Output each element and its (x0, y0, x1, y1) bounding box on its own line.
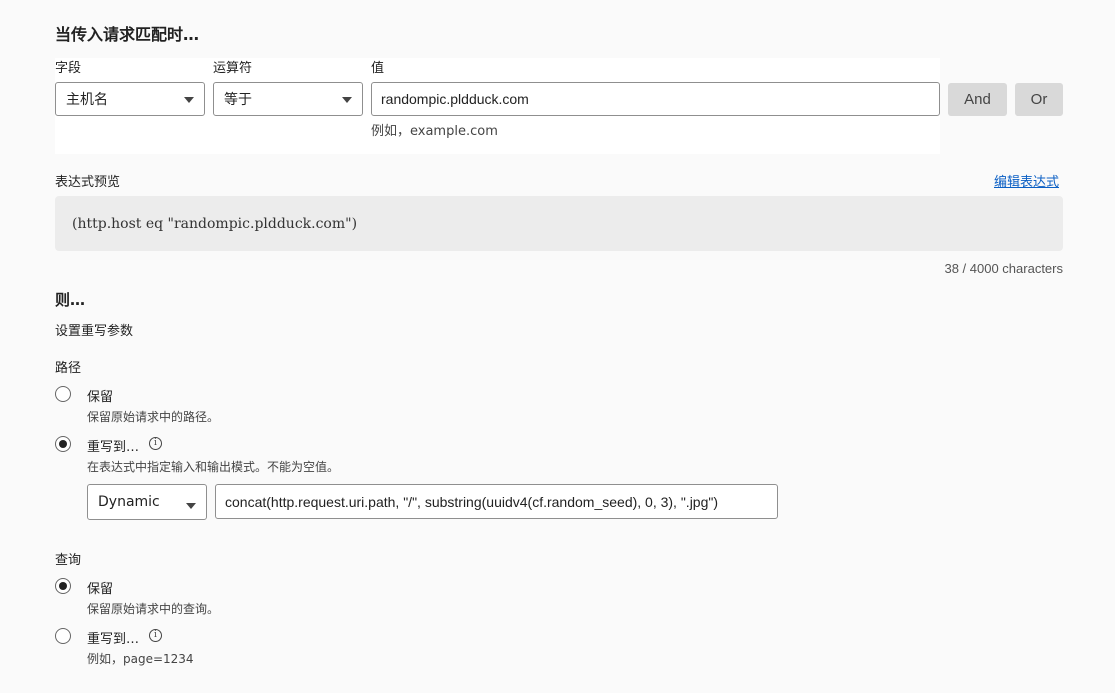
path-mode-value: Dynamic (98, 494, 160, 510)
expression-preview-box: (http.host eq "randompic.pldduck.com") (55, 196, 1063, 251)
value-input-text: randompic.pldduck.com (381, 91, 529, 107)
path-label: 路径 (55, 361, 82, 376)
match-section-title: 当传入请求匹配时… (55, 25, 200, 44)
character-count: 38 / 4000 characters (944, 261, 1063, 276)
chevron-down-icon (186, 503, 196, 509)
query-rewrite-label[interactable]: 重写到… (87, 628, 139, 647)
operator-label: 运算符 (213, 61, 253, 76)
chevron-down-icon (342, 97, 352, 103)
query-preserve-desc: 保留原始请求中的查询。 (87, 602, 220, 616)
operator-select-value: 等于 (224, 92, 252, 108)
expression-code: (http.host eq "randompic.pldduck.com") (72, 215, 358, 232)
value-hint: 例如，example.com (371, 124, 498, 139)
value-label: 值 (371, 61, 385, 76)
path-rewrite-label[interactable]: 重写到… (87, 436, 139, 455)
value-input[interactable]: randompic.pldduck.com (371, 82, 940, 116)
then-section-title: 则… (55, 291, 86, 309)
path-expression-text: concat(http.request.uri.path, "/", subst… (225, 493, 719, 510)
info-icon[interactable]: i (149, 629, 162, 642)
path-preserve-label[interactable]: 保留 (87, 386, 113, 405)
field-select[interactable]: 主机名 (55, 82, 205, 116)
or-button[interactable]: Or (1015, 83, 1063, 116)
field-label: 字段 (55, 61, 82, 76)
and-button[interactable]: And (948, 83, 1007, 116)
operator-select[interactable]: 等于 (213, 82, 363, 116)
edit-expression-link[interactable]: 编辑表达式 (994, 171, 1059, 190)
chevron-down-icon (184, 97, 194, 103)
query-label: 查询 (55, 553, 82, 568)
query-preserve-label[interactable]: 保留 (87, 578, 113, 597)
path-rewrite-desc: 在表达式中指定输入和输出模式。不能为空值。 (87, 460, 340, 474)
rewrite-params-subtitle: 设置重写参数 (55, 324, 134, 339)
query-preserve-radio[interactable] (55, 578, 71, 594)
query-rewrite-desc: 例如，page=1234 (87, 652, 194, 666)
path-preserve-radio[interactable] (55, 386, 71, 402)
path-mode-select[interactable]: Dynamic (87, 484, 207, 520)
field-select-value: 主机名 (66, 92, 108, 108)
path-preserve-desc: 保留原始请求中的路径。 (87, 410, 220, 424)
info-icon[interactable]: i (149, 437, 162, 450)
path-expression-input[interactable]: concat(http.request.uri.path, "/", subst… (215, 484, 778, 519)
query-rewrite-radio[interactable] (55, 628, 71, 644)
expression-preview-label: 表达式预览 (55, 175, 121, 190)
path-rewrite-radio[interactable] (55, 436, 71, 452)
